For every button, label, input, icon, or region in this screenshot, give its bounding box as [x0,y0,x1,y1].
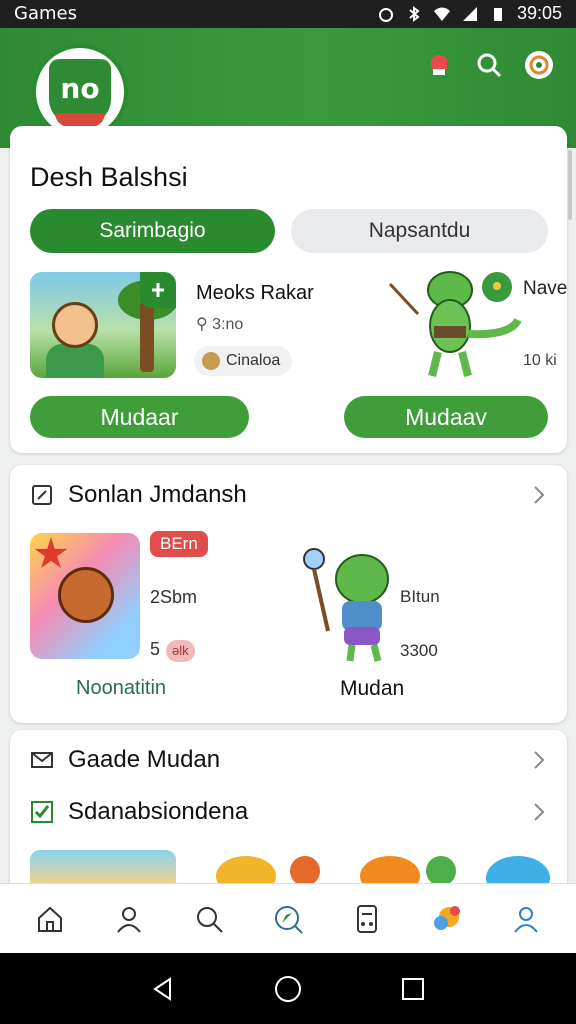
home-circle-icon[interactable] [268,969,308,1009]
tile-1-badge: BErn [150,531,208,557]
game-carousel[interactable] [30,846,550,886]
featured-item-1-button[interactable]: Mudaar [30,396,249,438]
status-time: 39:05 [516,3,562,23]
section-1-header[interactable]: Sonlan Jmdansh [30,475,547,515]
back-icon[interactable] [143,969,183,1009]
character-shirt [46,344,104,378]
bottom-navigation [0,883,576,953]
section-2-row-2-label: Sdanabsiondena [68,798,249,825]
pin-icon: ⚲ [196,316,213,333]
nav-explore-icon[interactable] [266,897,310,941]
location-badge-icon [482,272,512,302]
play-badge-icon[interactable] [140,272,176,308]
scrollbar[interactable] [568,150,572,220]
section-2-row-1[interactable]: Gaade Mudan [30,740,547,780]
tile-1-meta-2-value: 5 [150,639,161,659]
profile-icon[interactable] [524,50,554,80]
expand-icon [32,485,52,505]
segment-inactive[interactable]: Napsantdu [291,209,548,253]
chevron-right-icon[interactable] [531,749,547,771]
checkbox-icon [31,801,53,823]
wifi-icon [433,7,450,21]
nav-search-icon[interactable] [187,897,231,941]
section-2-row-2[interactable]: Sdanabsiondena [30,792,547,832]
featured-title: Desh Balshsi [30,162,188,192]
system-navigation-bar [0,953,576,1024]
section-1-title: Sonlan Jmdansh [68,481,247,508]
featured-item-2-title: Nave [523,278,568,299]
tile-1-pill: ǝlk [166,640,195,662]
carousel-tile-3[interactable] [290,856,320,886]
section-2-row-1-label: Gaade Mudan [68,746,221,773]
character-head [52,302,98,348]
alarm-icon [378,7,393,22]
featured-item-1-meta: ⚲ 3:no [196,314,243,334]
nav-home-icon[interactable] [28,897,72,941]
section-card-2: Gaade Mudan Sdanabsiondena [10,730,567,900]
category-chip[interactable]: Cinaloa [194,346,293,376]
character-face [58,567,114,623]
nav-device-icon[interactable] [345,897,389,941]
carousel-tile-4[interactable] [360,856,420,886]
header-actions [424,50,554,80]
bluetooth-icon [409,5,420,22]
nav-games-icon[interactable] [425,897,469,941]
featured-item-1-title: Meoks Rakar [196,282,314,304]
status-icons: 39:05 [377,3,562,24]
logo-shield: no [49,59,111,127]
recents-icon[interactable] [393,969,433,1009]
section-card-1: Sonlan Jmdansh BErn 2Sbm 5 ǝlk Noonatitin… [10,465,567,723]
chevron-right-icon[interactable] [531,484,547,506]
coin-icon [202,352,220,370]
featured-item-2-meta: 10 ki [523,352,557,369]
palm-trunk [140,302,154,372]
notification-icon[interactable] [424,50,454,80]
signal-icon [462,6,477,21]
tile-1-meta-1: 2Sbm [150,587,198,607]
tile-1-meta-2: 5 ǝlk [150,639,195,662]
battery-icon [493,7,502,21]
chevron-right-icon[interactable] [531,801,547,823]
carousel-tile-6[interactable] [486,856,550,886]
tile-2-caption[interactable]: Mudan [340,677,404,701]
status-bar: Games 39:05 [0,0,576,28]
carousel-tile-1[interactable] [30,850,176,886]
nav-account-icon[interactable] [504,897,548,941]
tile-1-caption[interactable]: Noonatitin [76,677,166,700]
featured-card: Desh Balshsi Sarimbagio Napsantdu Meoks … [10,126,567,453]
search-icon[interactable] [474,50,504,80]
game-tile-1[interactable] [30,533,140,659]
status-app-label: Games [14,3,77,24]
segment-active[interactable]: Sarimbagio [30,209,275,253]
mail-icon [31,752,53,768]
logo-text: no [60,71,100,105]
carousel-tile-2[interactable] [216,856,276,886]
game-tile-2-image[interactable] [300,543,400,663]
featured-item-2-button[interactable]: Mudaav [344,396,548,438]
carousel-tile-5[interactable] [426,856,456,886]
star-badge-icon [34,537,68,568]
tile-2-meta-1: BItun [400,587,440,606]
category-chip-label: Cinaloa [226,352,281,369]
featured-item-1-meta-value: 3:no [212,316,244,333]
tile-2-meta-2: 3300 [400,641,438,660]
nav-profile-icon[interactable] [107,897,151,941]
